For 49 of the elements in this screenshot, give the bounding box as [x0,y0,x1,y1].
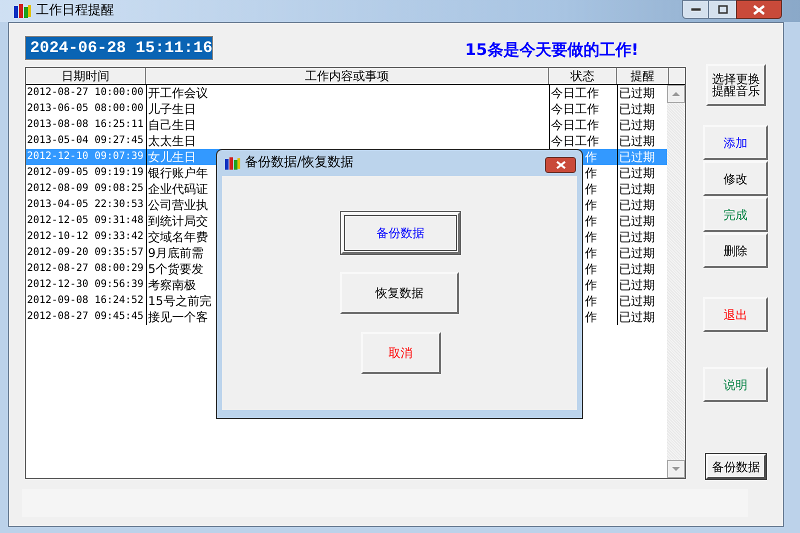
column-header[interactable]: 提醒 [617,68,669,84]
table-cell-text: 2012-09-05 09:19:19 [26,166,145,180]
action-button[interactable]: 修改 [703,161,768,196]
close-icon [753,4,765,14]
column-header[interactable]: 状态 [549,68,617,84]
table-cell-text: 2013-05-04 09:27:45 [26,134,145,148]
table-cell-text: 2012-08-27 08:00:29 [26,262,145,276]
maximize-button[interactable] [709,0,736,19]
action-button[interactable]: 选择更换提醒音乐 [706,64,766,106]
action-button[interactable]: 完成 [703,197,768,232]
headline: 15条是今天要做的工作! [465,39,639,61]
table-cell-text: 2012-09-20 09:35:57 [26,246,145,260]
table-cell: 今日工作 [549,117,617,133]
action-button[interactable]: 说明 [703,367,768,402]
close-icon [556,161,566,169]
table-cell-text: 2012-12-10 09:07:39 [26,150,145,164]
dialog-button[interactable]: 取消 [360,332,440,374]
action-button[interactable]: 备份数据 [706,454,766,479]
table-cell-text: 2012-08-09 09:08:25 [26,182,145,196]
table-cell: 自己生日 [146,117,549,133]
table-cell-text: 2013-08-08 16:25:11 [26,118,145,132]
minimize-button[interactable] [682,0,709,19]
app-icon [14,4,32,18]
action-button[interactable]: 退出 [703,297,768,332]
table-cell-text: 2013-04-05 22:30:53 [26,198,145,212]
table-cell-text: 2013-06-05 08:00:00 [26,102,145,116]
close-button[interactable] [545,157,576,173]
dialog-button[interactable]: 恢复数据 [340,272,459,314]
maximize-icon [718,5,728,14]
action-button[interactable]: 删除 [703,233,768,268]
app-icon [225,156,241,170]
column-header[interactable]: 日期时间 [26,68,146,84]
minimize-icon [690,8,700,12]
window-title: 工作日程提醒 [36,2,114,20]
table-cell: 今日工作 [549,85,617,101]
close-button[interactable] [736,0,782,19]
clock-display: 2024-06-28 15:11:16 [25,36,213,60]
table-cell-text: 2012-09-08 16:24:52 [26,294,145,308]
action-button[interactable]: 添加 [703,125,768,160]
table-cell: 开工作会议 [146,85,549,101]
column-header[interactable]: 工作内容或事项 [146,68,549,84]
table-cell-text: 2012-12-30 09:56:39 [26,278,145,292]
table-cell-text: 2012-08-27 10:00:00 [26,86,145,100]
table-cell-text: 2012-10-12 09:33:42 [26,230,145,244]
table-cell: 今日工作 [549,101,617,117]
dialog-button[interactable]: 备份数据 [341,212,460,254]
table-cell-text: 2012-12-05 09:31:48 [26,214,145,228]
table-cell-text: 2012-08-27 09:45:45 [26,310,145,324]
table-cell: 儿子生日 [146,101,549,117]
